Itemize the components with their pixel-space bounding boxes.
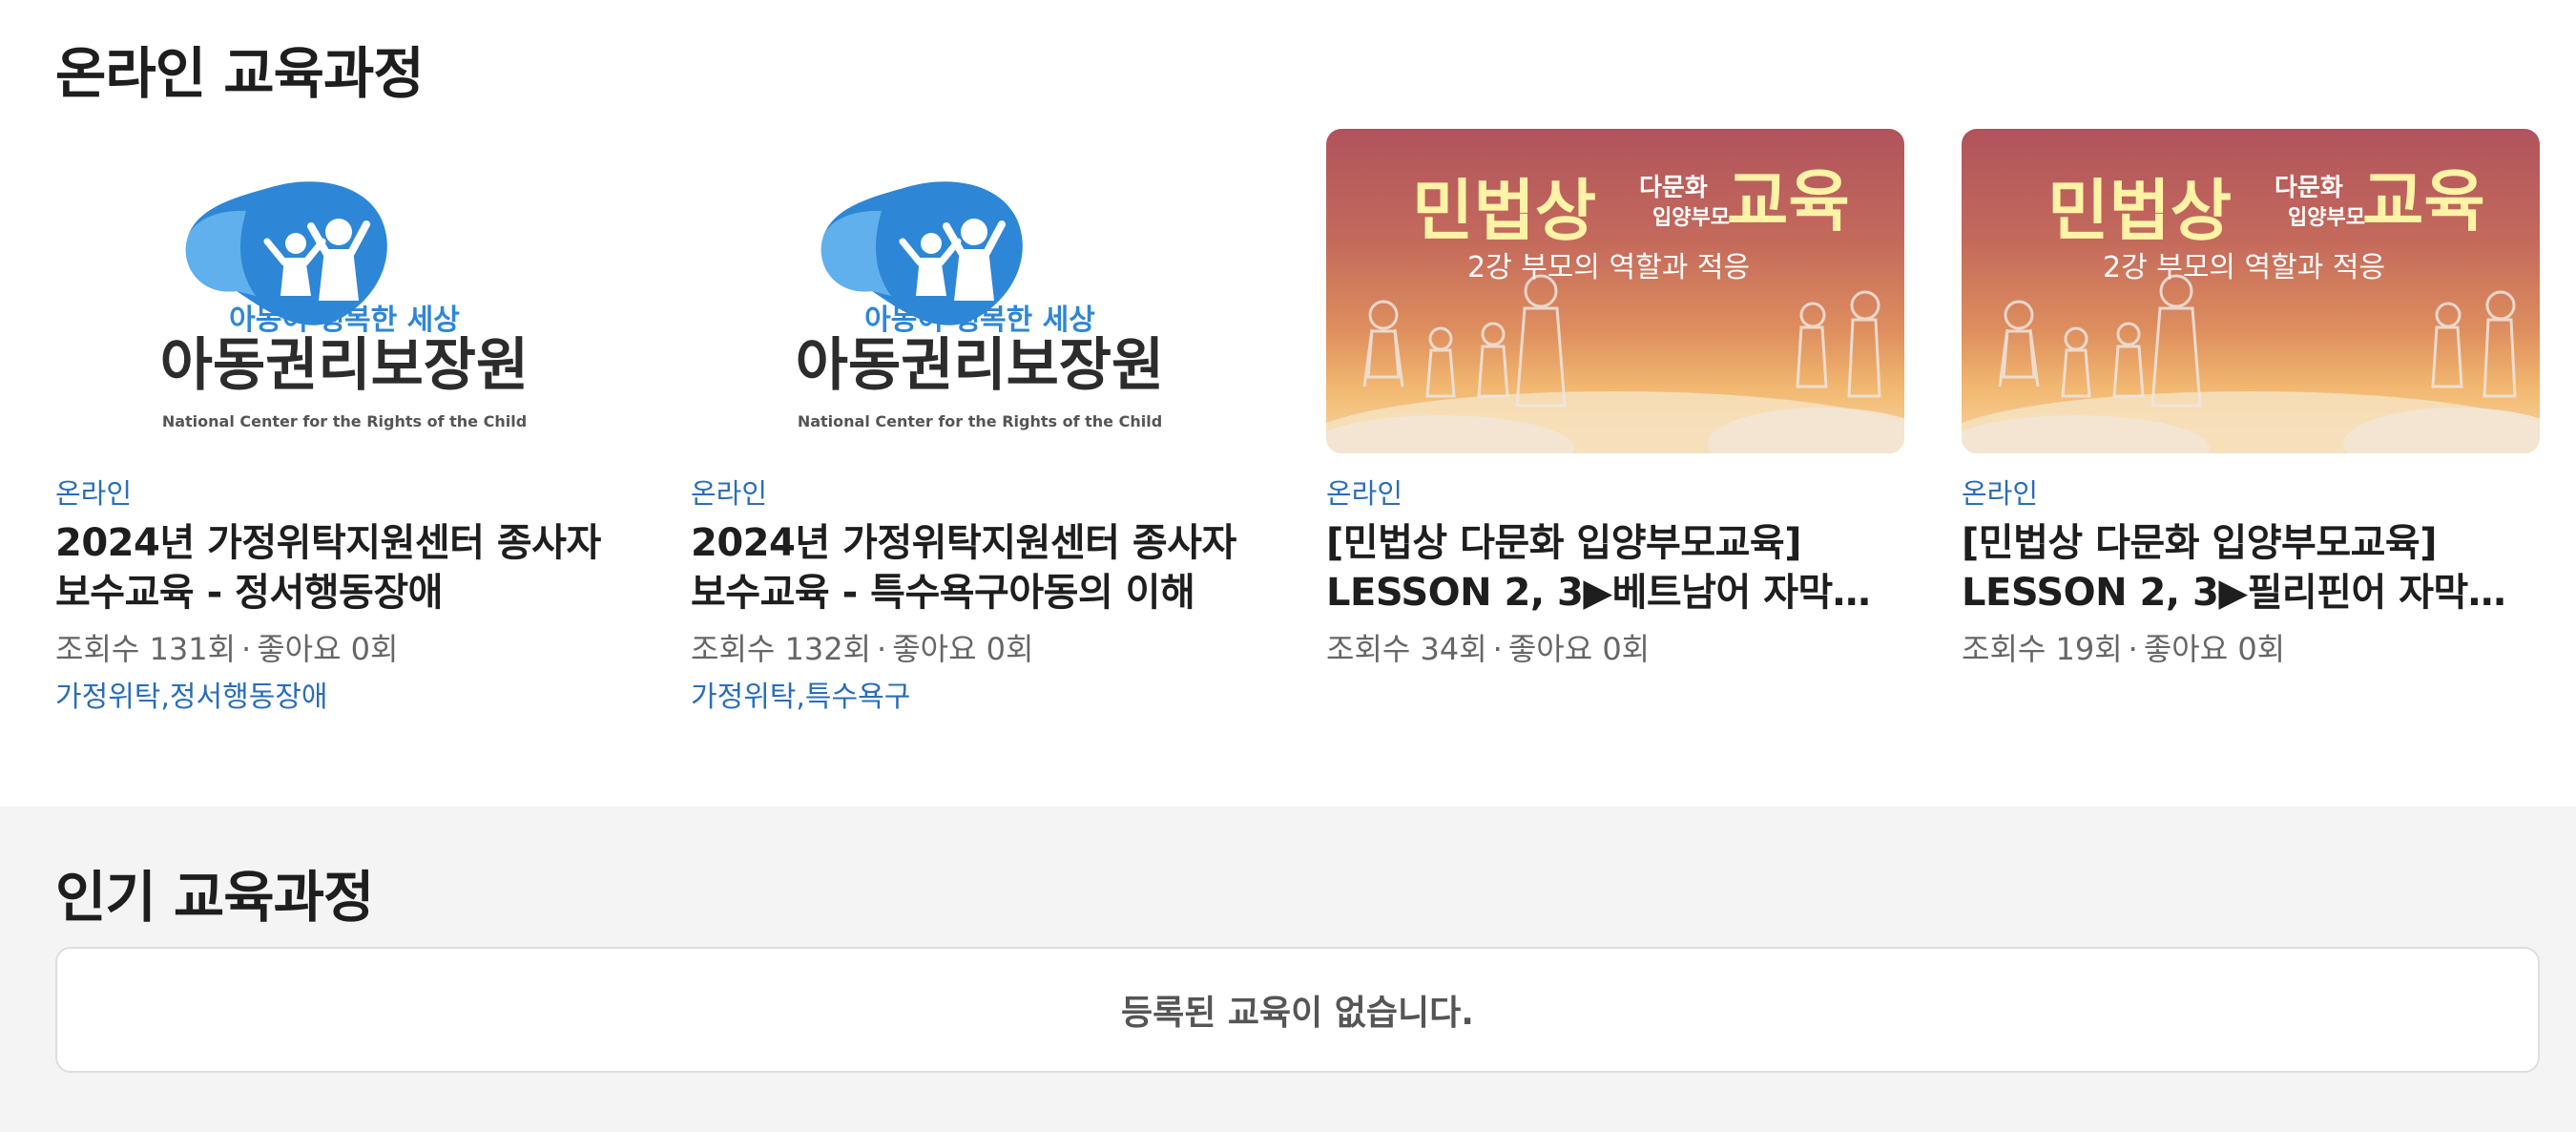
thumb-small-text: 다문화 xyxy=(2275,174,2343,202)
course-tags[interactable]: 가정위탁,정서행동장애 xyxy=(55,679,634,717)
online-courses-section: 온라인 교육과정 아동이 행복한 세상 아동권리보장원 National Cen… xyxy=(0,0,2576,807)
like-count: 좋아요 0회 xyxy=(2143,631,2286,667)
course-title[interactable]: [민법상 다문화 입양부모교육] LESSON 2, 3▶베트남어 자막… xyxy=(1326,518,1904,618)
thumb-headline: 민법상 xyxy=(2047,172,2232,250)
view-count: 조회수 132회 xyxy=(691,631,872,667)
like-count: 좋아요 0회 xyxy=(1507,631,1651,667)
thumb-small-text: 다문화 xyxy=(1639,174,1708,202)
video-thumbnail-art: 민법상 다문화 입양부모 교육 2강 부모의 역할과 적응 xyxy=(1326,162,1904,453)
view-count: 조회수 19회 xyxy=(1962,631,2123,667)
logo-org-name: 아동권리보장원 xyxy=(796,332,1164,399)
course-meta: 조회수 34회 · 좋아요 0회 xyxy=(1326,629,1904,669)
like-count: 좋아요 0회 xyxy=(892,631,1034,667)
thumb-small-text: 입양부모 xyxy=(2288,206,2365,230)
like-count: 좋아요 0회 xyxy=(257,631,399,667)
logo-figure2-head xyxy=(325,219,352,245)
course-thumbnail[interactable]: 아동이 행복한 세상 아동권리보장원 National Center for t… xyxy=(691,129,1269,453)
course-card[interactable]: 민법상 다문화 입양부모 교육 2강 부모의 역할과 적응 온라인 [민법상 다… xyxy=(1962,129,2540,669)
course-thumbnail[interactable]: 민법상 다문화 입양부모 교육 2강 부모의 역할과 적응 xyxy=(1962,129,2540,453)
logo-figure-head xyxy=(921,233,942,254)
view-count: 조회수 34회 xyxy=(1326,631,1487,667)
video-thumbnail-art: 민법상 다문화 입양부모 교육 2강 부모의 역할과 적응 xyxy=(1962,162,2540,453)
logo-org-english: National Center for the Rights of the Ch… xyxy=(798,412,1162,430)
logo-org-name: 아동권리보장원 xyxy=(160,332,529,399)
course-meta: 조회수 131회 · 좋아요 0회 xyxy=(55,629,634,669)
course-type-label: 온라인 xyxy=(1326,477,1403,510)
course-title[interactable]: 2024년 가정위탁지원센터 종사자 보수교육 - 특수욕구아동의 이해 xyxy=(691,518,1269,618)
thumb-headline: 교육 xyxy=(1727,162,1850,241)
logo-org-english: National Center for the Rights of the Ch… xyxy=(162,412,527,430)
logo-figure2-body xyxy=(319,249,359,301)
course-card[interactable]: 아동이 행복한 세상 아동권리보장원 National Center for t… xyxy=(691,129,1269,717)
family-figures-drawing xyxy=(1998,274,2517,408)
course-card[interactable]: 아동이 행복한 세상 아동권리보장원 National Center for t… xyxy=(55,129,634,717)
thumb-subtitle: 2강 부모의 역할과 적응 xyxy=(2103,251,2385,284)
course-card[interactable]: 민법상 다문화 입양부모 교육 2강 부모의 역할과 적응 온라인 [민법상 다… xyxy=(1326,129,1904,669)
section-title: 온라인 교육과정 xyxy=(55,41,425,106)
thumb-headline: 교육 xyxy=(2362,162,2485,241)
thumb-small-text: 입양부모 xyxy=(1652,206,1730,230)
course-title[interactable]: 2024년 가정위탁지원센터 종사자 보수교육 - 정서행동장애 xyxy=(55,518,634,618)
empty-state-message: 등록된 교육이 없습니다. xyxy=(55,947,2540,1073)
view-count: 조회수 131회 xyxy=(55,631,237,667)
course-meta: 조회수 132회 · 좋아요 0회 xyxy=(691,629,1269,669)
org-logo-image: 아동이 행복한 세상 아동권리보장원 National Center for t… xyxy=(160,181,529,430)
popular-courses-section: 인기 교육과정 등록된 교육이 없습니다. xyxy=(0,807,2576,1132)
course-tags[interactable]: 가정위탁,특수욕구 xyxy=(691,679,1269,717)
logo-figure2-head xyxy=(961,219,987,245)
meta-separator: · xyxy=(1492,631,1503,667)
family-figures-drawing xyxy=(1362,274,1881,408)
meta-separator: · xyxy=(2128,631,2138,667)
course-meta: 조회수 19회 · 좋아요 0회 xyxy=(1962,629,2540,669)
logo-figure2-body xyxy=(954,249,994,301)
course-type-label: 온라인 xyxy=(55,477,133,510)
thumb-headline: 민법상 xyxy=(1412,172,1596,250)
thumb-subtitle: 2강 부모의 역할과 적응 xyxy=(1467,251,1750,284)
org-logo-image: 아동이 행복한 세상 아동권리보장원 National Center for t… xyxy=(796,181,1164,430)
course-type-label: 온라인 xyxy=(1962,477,2039,510)
section-title: 인기 교육과정 xyxy=(55,865,374,930)
course-thumbnail[interactable]: 아동이 행복한 세상 아동권리보장원 National Center for t… xyxy=(55,129,634,453)
course-title[interactable]: [민법상 다문화 입양부모교육] LESSON 2, 3▶필리핀어 자막… xyxy=(1962,518,2540,618)
meta-separator: · xyxy=(241,631,252,667)
logo-figure-head xyxy=(285,233,306,254)
course-thumbnail[interactable]: 민법상 다문화 입양부모 교육 2강 부모의 역할과 적응 xyxy=(1326,129,1904,453)
meta-separator: · xyxy=(877,631,887,667)
course-type-label: 온라인 xyxy=(691,477,768,510)
